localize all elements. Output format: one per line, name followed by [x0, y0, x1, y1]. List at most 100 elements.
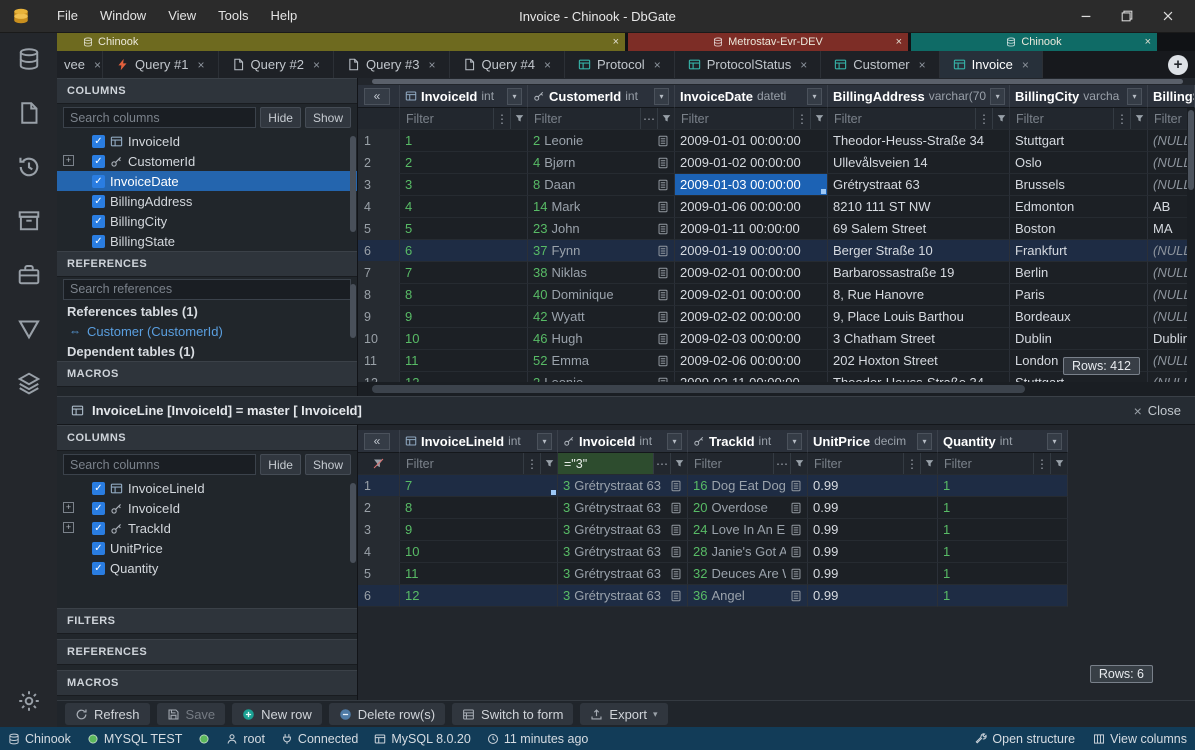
- maximize-icon[interactable]: [1120, 9, 1134, 23]
- cell-billingcity[interactable]: Berlin: [1010, 262, 1148, 284]
- filter-placeholder[interactable]: Filter: [675, 108, 793, 129]
- filter-placeholder[interactable]: Filter: [688, 453, 773, 474]
- search-columns-input[interactable]: Search columns: [63, 454, 256, 475]
- cell-invoiceid[interactable]: 1: [400, 130, 528, 152]
- cell-unitprice[interactable]: 0.99: [808, 519, 938, 541]
- row-number-cell[interactable]: 1: [358, 130, 400, 152]
- reference-link[interactable]: ⇔Customer (CustomerId): [57, 321, 357, 341]
- column-menu-button[interactable]: ▾: [537, 433, 552, 450]
- cell-customerid[interactable]: 37Fynn: [528, 240, 675, 262]
- cell-customerid[interactable]: 23John: [528, 218, 675, 240]
- filter-funnel-button[interactable]: [657, 108, 674, 129]
- cell-billingcity[interactable]: Bordeaux: [1010, 306, 1148, 328]
- open-reference-icon[interactable]: [670, 590, 682, 602]
- cell-invoicedate[interactable]: 2009-01-01 00:00:00: [675, 130, 828, 152]
- cell-billingaddress[interactable]: 8, Rue Hanovre: [828, 284, 1010, 306]
- tab-invoice[interactable]: Invoice×: [940, 51, 1043, 78]
- cell-billingcity[interactable]: Boston: [1010, 218, 1148, 240]
- cell-invoiceid[interactable]: 2: [400, 152, 528, 174]
- column-header-invoicelineid[interactable]: InvoiceLineIdint▾: [400, 430, 558, 453]
- filter-cell-customerid[interactable]: Filter⋯: [528, 108, 675, 130]
- tab-group-chinook[interactable]: Chinook×: [911, 33, 1157, 51]
- checkbox-checked[interactable]: ✓: [92, 502, 105, 515]
- cell-customerid[interactable]: 40Dominique: [528, 284, 675, 306]
- filter-cell-quantity[interactable]: Filter⋮: [938, 453, 1068, 475]
- cell-invoiceid[interactable]: 7: [400, 262, 528, 284]
- cell-billingaddress[interactable]: Grétrystraat 63: [828, 174, 1010, 196]
- filter-funnel-button[interactable]: [1050, 453, 1067, 474]
- column-header-billingaddress[interactable]: BillingAddressvarchar(70▾: [828, 85, 1010, 108]
- filter-funnel-button[interactable]: [670, 453, 687, 474]
- cell-invoicedate[interactable]: 2009-02-02 00:00:00: [675, 306, 828, 328]
- cell-billingcity[interactable]: Dublin: [1010, 328, 1148, 350]
- cell-invoicedate[interactable]: 2009-02-06 00:00:00: [675, 350, 828, 372]
- close-tab-icon[interactable]: ×: [1022, 58, 1029, 72]
- delete-row-s--button[interactable]: Delete row(s): [329, 703, 445, 725]
- tab-protocol[interactable]: Protocol×: [565, 51, 675, 78]
- close-detail-button[interactable]: ×Close: [1134, 403, 1181, 419]
- column-menu-button[interactable]: ▾: [787, 433, 802, 450]
- cell-invoiceid[interactable]: 10: [400, 328, 528, 350]
- tab-query-2[interactable]: Query #2×: [219, 51, 335, 78]
- cell-invoiceid[interactable]: 3: [400, 174, 528, 196]
- section-header-references[interactable]: REFERENCES: [57, 639, 357, 665]
- open-reference-icon[interactable]: [657, 267, 669, 279]
- close-group-icon[interactable]: ×: [896, 36, 902, 48]
- close-group-icon[interactable]: ×: [1145, 36, 1151, 48]
- tab-group-chinook[interactable]: Chinook×: [57, 33, 625, 51]
- cell-billingcity[interactable]: Frankfurt: [1010, 240, 1148, 262]
- filter-cell-invoiceid[interactable]: Filter⋮: [400, 108, 528, 130]
- cell-quantity[interactable]: 1: [938, 563, 1068, 585]
- hide-button[interactable]: Hide: [260, 454, 301, 475]
- column-item-invoiceid[interactable]: ✓InvoiceId: [57, 131, 357, 151]
- row-number-cell[interactable]: 7: [358, 262, 400, 284]
- cell-customerid[interactable]: 38Niklas: [528, 262, 675, 284]
- filter-funnel-button[interactable]: [810, 108, 827, 129]
- cell-trackid[interactable]: 28Janie's Got A Gun: [688, 541, 808, 563]
- cell-invoiceid[interactable]: 6: [400, 240, 528, 262]
- cell-invoiceid[interactable]: 3Grétrystraat 63: [558, 497, 688, 519]
- row-number-cell[interactable]: 4: [358, 196, 400, 218]
- cell-customerid[interactable]: 42Wyatt: [528, 306, 675, 328]
- funnel-off-icon[interactable]: [372, 457, 385, 470]
- column-item-invoicelineid[interactable]: ✓InvoiceLineId: [57, 478, 357, 498]
- filter-menu-button[interactable]: ⋮: [523, 453, 540, 474]
- sidebar-stack-icon[interactable]: [17, 371, 41, 395]
- filter-menu-button[interactable]: ⋮: [1113, 108, 1130, 129]
- cell-billingaddress[interactable]: Theodor-Heuss-Straße 34: [828, 372, 1010, 382]
- new-row-button[interactable]: New row: [232, 703, 322, 725]
- column-header-customerid[interactable]: CustomerIdint▾: [528, 85, 675, 108]
- close-tab-icon[interactable]: ×: [919, 58, 926, 72]
- panel-scrollbar-thumb[interactable]: [350, 136, 356, 232]
- column-menu-button[interactable]: ▾: [654, 88, 669, 105]
- open-reference-icon[interactable]: [657, 311, 669, 323]
- checkbox-checked[interactable]: ✓: [92, 195, 105, 208]
- filter-funnel-button[interactable]: [540, 453, 557, 474]
- section-header-columns[interactable]: COLUMNS: [57, 425, 357, 451]
- sidebar-history-icon[interactable]: [17, 155, 41, 179]
- cell-quantity[interactable]: 1: [938, 541, 1068, 563]
- column-header-billingstate[interactable]: BillingState: [1148, 85, 1195, 108]
- open-reference-icon[interactable]: [670, 524, 682, 536]
- status-open-structure[interactable]: Open structure: [975, 732, 1075, 746]
- tab-vee[interactable]: vee×: [57, 51, 103, 78]
- filter-menu-button[interactable]: ⋮: [903, 453, 920, 474]
- status-mysql-test[interactable]: MYSQL TEST: [87, 732, 183, 746]
- cell-billingaddress[interactable]: Theodor-Heuss-Straße 34: [828, 130, 1010, 152]
- cell-customerid[interactable]: 52Emma: [528, 350, 675, 372]
- filter-placeholder[interactable]: Filter: [400, 453, 523, 474]
- show-button[interactable]: Show: [305, 454, 351, 475]
- column-menu-button[interactable]: ▾: [1047, 433, 1062, 450]
- checkbox-checked[interactable]: ✓: [92, 135, 105, 148]
- filter-funnel-button[interactable]: [510, 108, 527, 129]
- filter-funnel-button[interactable]: [790, 453, 807, 474]
- column-menu-button[interactable]: ▾: [1127, 88, 1142, 105]
- cell-trackid[interactable]: 36Angel: [688, 585, 808, 607]
- cell-customerid[interactable]: 2Leonie: [528, 372, 675, 382]
- row-number-cell[interactable]: 10: [358, 328, 400, 350]
- filter-placeholder[interactable]: Filter: [528, 108, 640, 129]
- expander-icon[interactable]: +: [63, 502, 74, 513]
- expander-icon[interactable]: +: [63, 522, 74, 533]
- cell-billingaddress[interactable]: Barbarossastraße 19: [828, 262, 1010, 284]
- cell-invoiceid[interactable]: 3Grétrystraat 63: [558, 563, 688, 585]
